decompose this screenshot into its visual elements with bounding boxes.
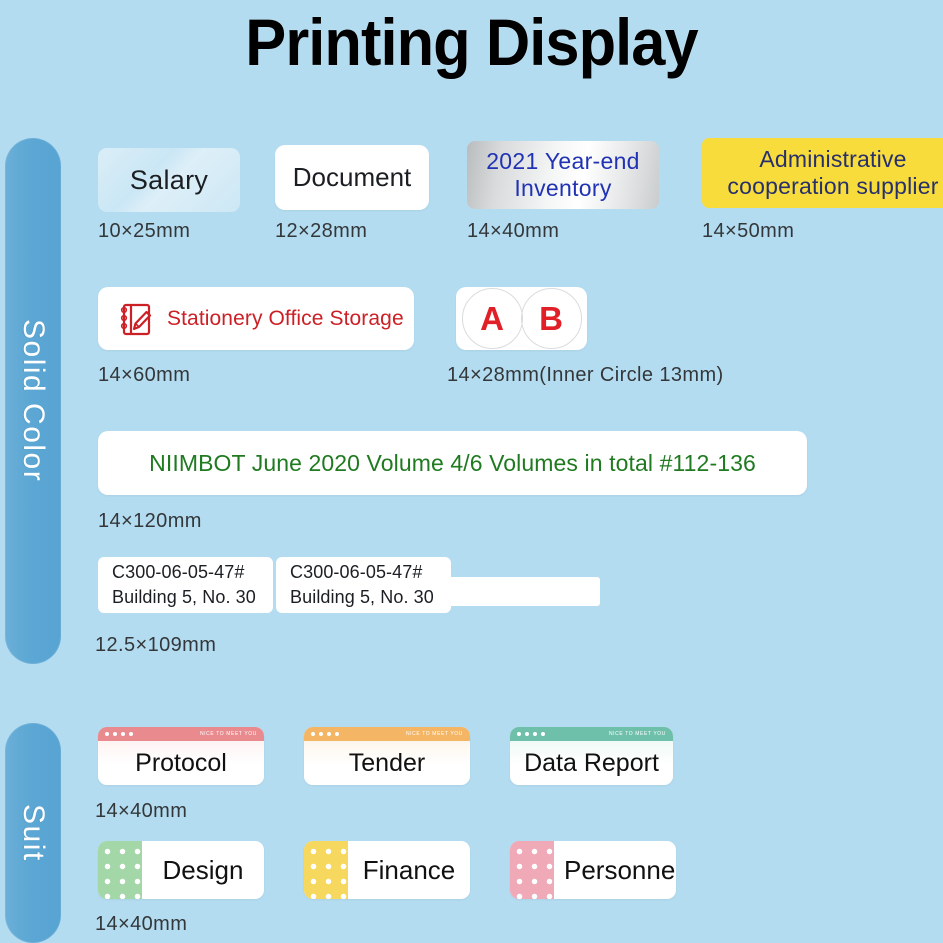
label-personnel-text: Personnel (564, 854, 676, 885)
label-data-report-text: Data Report (524, 748, 659, 777)
label-inventory-line2: Inventory (514, 175, 612, 201)
label-tender-text: Tender (348, 748, 426, 777)
label-circle-a: A (461, 288, 523, 349)
dimension-suit-row1: 14×40mm (95, 800, 188, 822)
dimension-stationery: 14×60mm (98, 364, 191, 386)
label-administrative-line2: cooperation supplier (727, 173, 939, 199)
dimension-c300: 12.5×109mm (95, 634, 217, 656)
dots-icon (105, 732, 133, 736)
label-salary[interactable]: Salary (98, 148, 240, 212)
printing-display-page: Printing Display Solid Color Suit Salary… (0, 0, 943, 943)
label-c300-second-line2: Building 5, No. 30 (290, 587, 434, 607)
label-document-text: Document (292, 162, 412, 192)
dimension-inventory: 14×40mm (467, 220, 560, 242)
label-design-text: Design (162, 854, 244, 885)
label-data-report-banner: NICE TO MEET YOU (608, 730, 666, 738)
label-design-strip (98, 841, 142, 899)
label-c300-first-line2: Building 5, No. 30 (112, 587, 256, 607)
dimension-suit-row2: 14×40mm (95, 913, 188, 935)
label-personnel-body: Personnel (554, 841, 676, 899)
label-administrative-line1: Administrative (759, 145, 907, 172)
label-tender-body: Tender (304, 741, 470, 785)
label-c300-first-line1: C300-06-05-47# (112, 562, 245, 583)
dimension-niimbot: 14×120mm (98, 510, 202, 532)
section-tab-suit[interactable]: Suit (5, 723, 61, 943)
label-circle-b: B (520, 288, 582, 349)
label-design[interactable]: Design (98, 841, 264, 899)
notebook-pencil-icon (115, 299, 155, 339)
label-inventory-line1: 2021 Year-end (486, 148, 640, 175)
label-protocol-text: Protocol (135, 748, 227, 777)
label-stationery[interactable]: Stationery Office Storage (98, 287, 414, 350)
label-finance-text: Finance (362, 854, 456, 885)
section-tab-solid-color-label: Solid Color (17, 319, 50, 483)
label-data-report-body: Data Report (510, 741, 673, 785)
dots-icon (311, 732, 339, 736)
label-finance-strip (304, 841, 348, 899)
label-protocol-banner: NICE TO MEET YOU (199, 730, 257, 738)
label-data-report-bar: NICE TO MEET YOU (510, 727, 673, 741)
label-salary-text: Salary (129, 164, 209, 195)
label-document[interactable]: Document (275, 145, 429, 210)
label-data-report[interactable]: NICE TO MEET YOU Data Report (510, 727, 673, 785)
label-finance[interactable]: Finance (304, 841, 470, 899)
label-tender[interactable]: NICE TO MEET YOU Tender (304, 727, 470, 785)
label-ab-circles[interactable]: A B (456, 287, 587, 350)
label-personnel-strip (510, 841, 554, 899)
label-personnel[interactable]: Personnel (510, 841, 676, 899)
label-niimbot-text: NIIMBOT June 2020 Volume 4/6 Volumes in … (149, 449, 756, 476)
label-inventory[interactable]: 2021 Year-end Inventory (467, 141, 659, 209)
label-tender-bar: NICE TO MEET YOU (304, 727, 470, 741)
label-protocol-body: Protocol (98, 741, 264, 785)
label-niimbot[interactable]: NIIMBOT June 2020 Volume 4/6 Volumes in … (98, 431, 807, 495)
label-design-body: Design (142, 841, 264, 899)
label-inventory-text: 2021 Year-end Inventory (486, 148, 640, 201)
label-c300-second-line1: C300-06-05-47# (290, 562, 423, 583)
section-tab-suit-label: Suit (17, 804, 50, 862)
label-c300-second[interactable]: C300-06-05-47# Building 5, No. 30 (276, 557, 451, 613)
label-protocol-bar: NICE TO MEET YOU (98, 727, 264, 741)
dimension-salary: 10×25mm (98, 220, 191, 242)
dimension-ab-circles: 14×28mm(Inner Circle 13mm) (447, 364, 724, 386)
dimension-administrative: 14×50mm (702, 220, 795, 242)
label-administrative-text: Administrative cooperation supplier (727, 146, 938, 200)
label-c300-first[interactable]: C300-06-05-47# Building 5, No. 30 (98, 557, 273, 613)
label-protocol[interactable]: NICE TO MEET YOU Protocol (98, 727, 264, 785)
label-tender-banner: NICE TO MEET YOU (405, 730, 463, 738)
dimension-document: 12×28mm (275, 220, 368, 242)
dots-icon (517, 732, 545, 736)
label-administrative[interactable]: Administrative cooperation supplier (702, 138, 943, 208)
label-finance-body: Finance (348, 841, 470, 899)
page-title: Printing Display (245, 5, 698, 79)
section-tab-solid-color[interactable]: Solid Color (5, 138, 61, 664)
label-stationery-text: Stationery Office Storage (167, 306, 404, 330)
